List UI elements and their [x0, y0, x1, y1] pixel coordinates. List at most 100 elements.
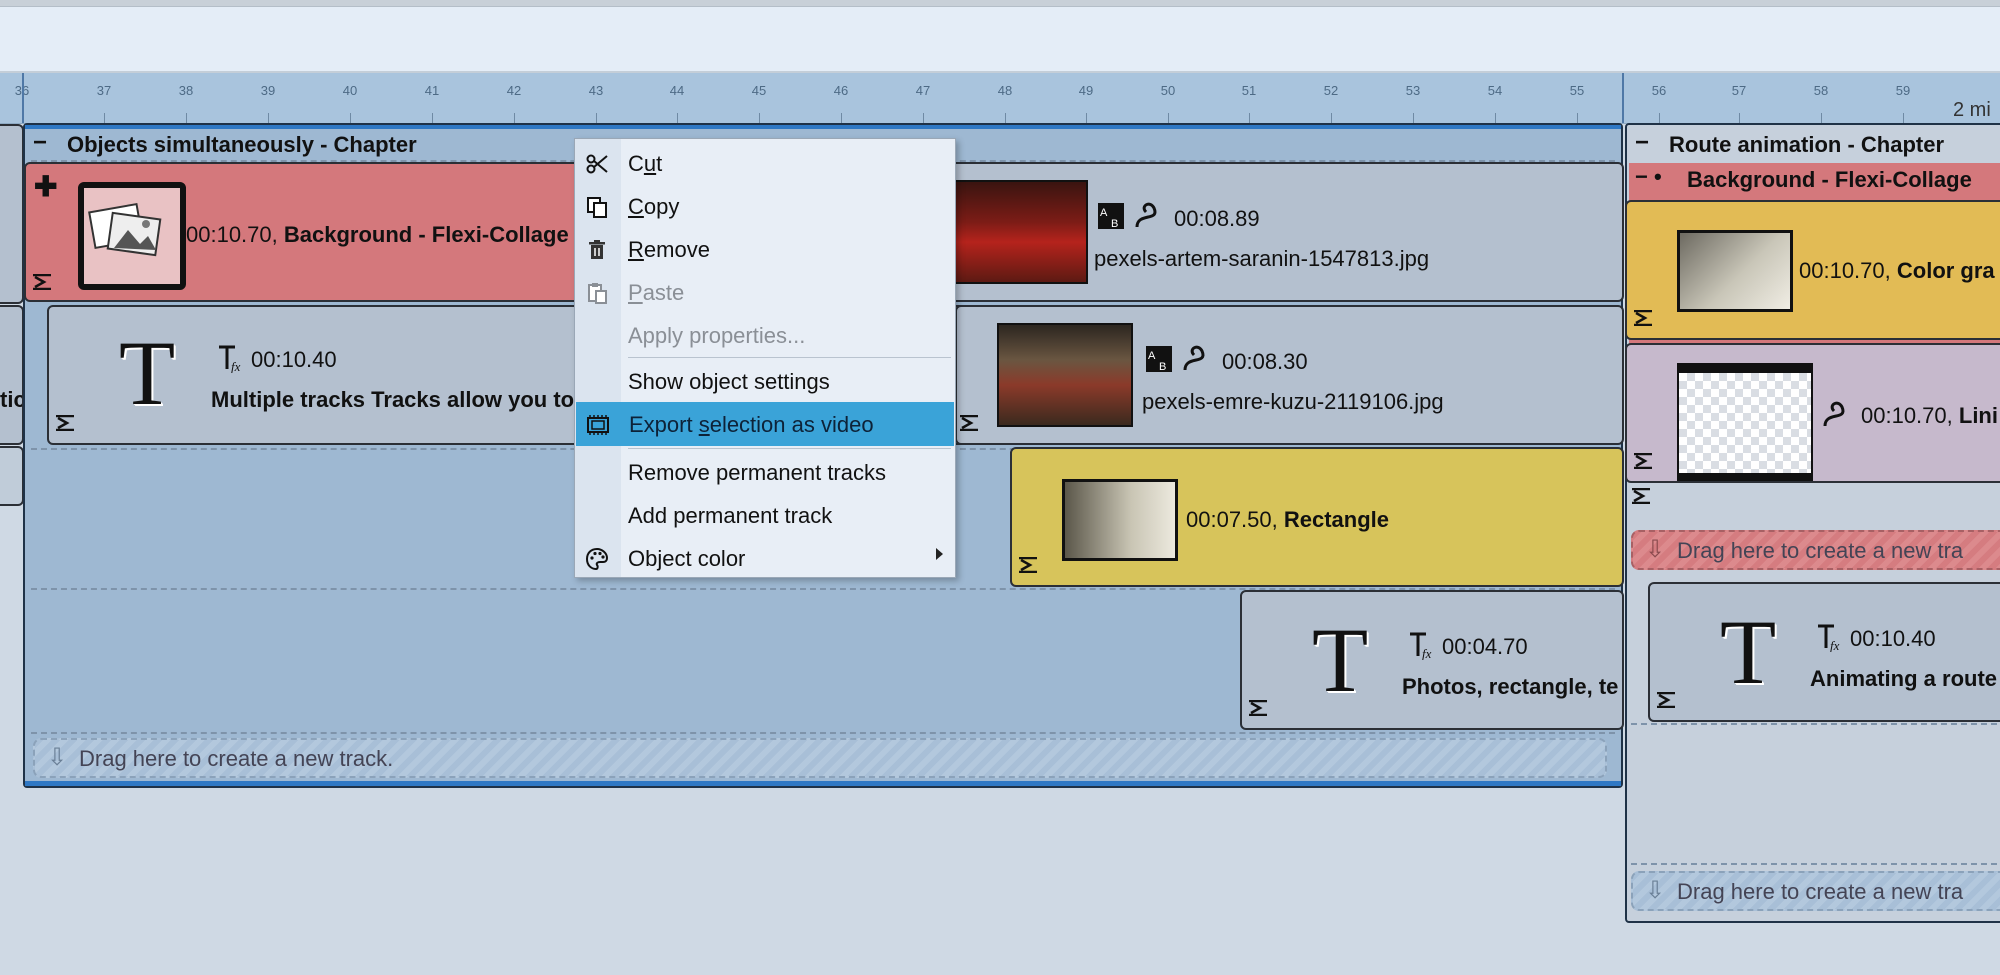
keyframe-icon[interactable]	[32, 274, 52, 290]
clip-name-text: Photos, rectangle, te	[1402, 674, 1619, 699]
ruler-tick-line	[1168, 113, 1169, 123]
motion-path-icon[interactable]	[1182, 343, 1214, 373]
svg-text:fx: fx	[1422, 646, 1432, 660]
ruler-tick-line	[1821, 113, 1822, 123]
subchapter-title: Background - Flexi-Collage	[1687, 167, 1972, 192]
clip-line[interactable]: 00:10.70, Lini	[1625, 343, 2000, 483]
ruler-tick: 45	[751, 83, 767, 98]
drag-new-track-zone[interactable]: ⇩ Drag here to create a new tra	[1631, 871, 2000, 911]
expand-plus-icon[interactable]: ✚	[34, 170, 57, 203]
ruler-tick-line	[596, 113, 597, 123]
chapter-title: Objects simultaneously - Chapter	[67, 132, 417, 157]
text-effect-icon[interactable]: fx	[1406, 630, 1436, 660]
motion-path-icon[interactable]	[1134, 200, 1166, 230]
collapse-button[interactable]: −	[1635, 131, 1649, 155]
keyframe-icon[interactable]	[959, 415, 979, 431]
ruler-tick: 55	[1569, 83, 1585, 98]
ruler-tick: 39	[260, 83, 276, 98]
keyframe-icon[interactable]	[1633, 310, 1653, 326]
track-separator	[1631, 723, 2000, 725]
collage-thumbnail-icon	[78, 182, 186, 290]
menu-item-label: Remove permanent tracks	[628, 460, 886, 485]
keyframe-icon[interactable]	[1633, 453, 1653, 469]
menu-item-apply-properties[interactable]: Apply properties...	[575, 315, 955, 355]
menu-item-paste[interactable]: Paste	[575, 272, 955, 312]
ruler-tick-line	[1086, 113, 1087, 123]
text-effect-icon[interactable]: fx	[215, 343, 245, 373]
chapter-end-marker[interactable]	[1622, 73, 1624, 123]
ruler-tick: 43	[588, 83, 604, 98]
ruler-tick: 59	[1895, 83, 1911, 98]
menu-item-copy[interactable]: Copy	[575, 186, 955, 226]
svg-text:A: A	[1100, 207, 1108, 219]
ruler-tick-line	[1331, 113, 1332, 123]
keyframe-icon[interactable]	[1018, 557, 1038, 573]
menu-item-label: Cut	[628, 151, 663, 176]
clip-duration: 00:08.30	[1222, 349, 1308, 374]
text-object-icon: T	[1720, 601, 1777, 703]
paste-icon	[588, 283, 607, 304]
clip-name: Background - Flexi-Collage	[283, 222, 569, 247]
clip-name-text: Animating a route	[1810, 666, 1998, 691]
menu-item-remove-permanent-tracks[interactable]: Remove permanent tracks	[575, 452, 955, 492]
drag-hint: Drag here to create a new track.	[79, 746, 394, 771]
ruler-tick: 52	[1323, 83, 1339, 98]
previous-clip-fragment[interactable]	[0, 124, 24, 304]
menu-item-add-permanent-track[interactable]: Add permanent track	[575, 495, 955, 535]
gradient-thumbnail	[1677, 230, 1793, 312]
ruler-tick-line	[432, 113, 433, 123]
clip-duration: 00:08.89	[1174, 206, 1260, 231]
clip-name: Lini	[1958, 403, 1998, 428]
keyframe-icon[interactable]	[1248, 700, 1268, 716]
clip-text-animating-route[interactable]: T fx 00:10.40 Animating a route	[1648, 582, 2000, 722]
menu-item-show-object-settings[interactable]: Show object settings	[575, 361, 955, 401]
transition-ab-icon[interactable]: AB	[1145, 345, 1173, 373]
menu-item-export-selection[interactable]: Export selection as video	[576, 402, 954, 446]
trash-icon	[589, 240, 605, 259]
clip-duration: 00:10.70,	[186, 222, 278, 247]
text-effect-icon[interactable]: fx	[1814, 622, 1844, 652]
keyframe-icon[interactable]	[55, 415, 75, 431]
transition-ab-icon[interactable]: AB	[1097, 202, 1125, 230]
rectangle-thumbnail	[1062, 479, 1178, 561]
ruler-tick: 57	[1731, 83, 1747, 98]
menu-item-object-color[interactable]: Object color	[575, 538, 955, 578]
ruler-tick-line	[923, 113, 924, 123]
track-separator	[1631, 863, 2000, 865]
motion-path-icon[interactable]	[1822, 399, 1854, 429]
ruler-tick-line	[186, 113, 187, 123]
drag-hint: Drag here to create a new tra	[1677, 538, 1964, 563]
previous-text-clip-fragment[interactable]: tic	[0, 305, 24, 445]
ruler-tick: 38	[178, 83, 194, 98]
clip-background-flexi-collage[interactable]: ✚ 00:10.70, Background - Flexi-Collage	[24, 162, 628, 302]
menu-item-remove[interactable]: Remove	[575, 229, 955, 269]
ruler-tick-line	[1659, 113, 1660, 123]
ruler-tick-line	[268, 113, 269, 123]
previous-fragment-small[interactable]	[0, 446, 24, 506]
subchapter-controls[interactable]: − •	[1635, 166, 1662, 188]
clip-photo-artem-saranin[interactable]: AB 00:08.89 pexels-artem-saranin-1547813…	[950, 162, 1624, 302]
chapter-start-marker[interactable]	[22, 73, 24, 123]
ruler-tick-line	[514, 113, 515, 123]
clip-duration: 00:10.70,	[1861, 403, 1953, 428]
clip-duration: 00:04.70	[1442, 634, 1528, 659]
keyframe-icon[interactable]	[1631, 488, 1651, 504]
clip-rectangle[interactable]: 00:07.50, Rectangle	[1010, 447, 1624, 587]
ruler-tick-line	[677, 113, 678, 123]
clip-photo-emre-kuzu[interactable]: AB 00:08.30 pexels-emre-kuzu-2119106.jpg	[955, 305, 1624, 445]
svg-text:A: A	[1148, 350, 1156, 362]
clip-color-gradient[interactable]: 00:10.70, Color gra	[1625, 200, 2000, 340]
keyframe-icon[interactable]	[1656, 692, 1676, 708]
timeline-ruler[interactable]: 36 37 38 39 40 41 42 43 44 45 46 47 48 4…	[0, 73, 2000, 124]
menu-item-label: Paste	[628, 280, 685, 305]
menu-item-label: Remove	[628, 237, 710, 262]
menu-item-cut[interactable]: Cut	[575, 143, 955, 183]
clip-text-photos-rectangle[interactable]: T fx 00:04.70 Photos, rectangle, te	[1240, 590, 1624, 730]
drag-new-track-zone[interactable]: ⇩ Drag here to create a new track.	[33, 738, 1607, 778]
drag-new-track-zone-sub[interactable]: ⇩ Drag here to create a new tra	[1631, 530, 2000, 570]
collapse-button[interactable]: −	[33, 131, 47, 155]
ruler-tick: 41	[424, 83, 440, 98]
ruler-tick-line	[1413, 113, 1414, 123]
clip-duration: 00:10.40	[251, 347, 337, 372]
copy-icon	[587, 197, 607, 218]
